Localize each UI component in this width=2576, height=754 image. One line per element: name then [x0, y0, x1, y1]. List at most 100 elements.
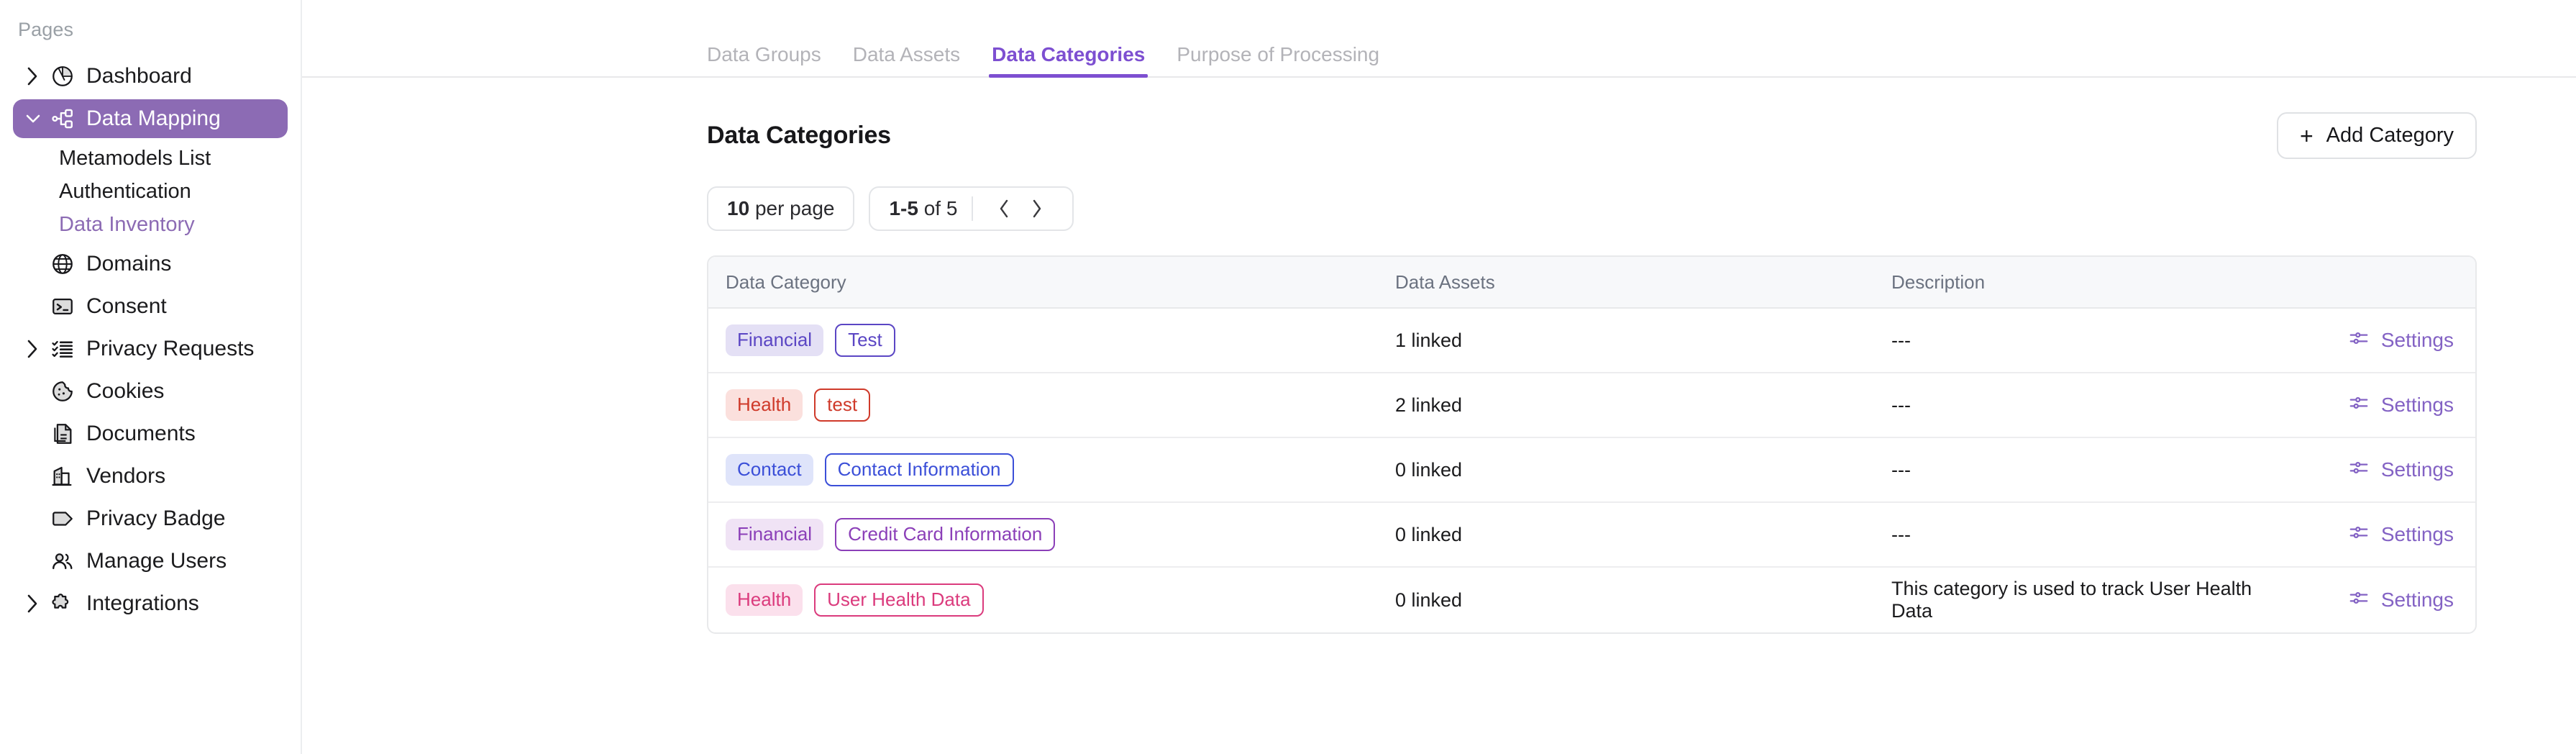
category-badge: Contact Information — [824, 453, 1014, 486]
page-range-control: 1-5 of 5 — [869, 186, 1074, 231]
cell-data-assets: 0 linked — [1395, 523, 1463, 545]
table-row[interactable]: Contact Contact Information 0 linked ---… — [708, 438, 2475, 503]
page-header: Data Categories + Add Category — [707, 78, 2477, 159]
settings-button[interactable]: Settings — [2348, 457, 2454, 483]
sidebar-item-label: Manage Users — [86, 549, 227, 573]
category-badge: Credit Card Information — [835, 518, 1056, 551]
group-badge: Financial — [726, 519, 824, 550]
puzzle-icon — [46, 591, 79, 616]
sidebar-item-label: Privacy Requests — [86, 337, 255, 360]
chevron-right-icon[interactable] — [20, 592, 46, 615]
table-row[interactable]: Health test 2 linked --- Settings — [708, 373, 2475, 438]
chevron-right-icon[interactable] — [20, 65, 46, 88]
table-row[interactable]: Financial Test 1 linked --- Settings — [708, 309, 2475, 373]
terminal-icon — [46, 294, 79, 319]
sidebar-item-dashboard[interactable]: Dashboard — [13, 57, 288, 96]
settings-label: Settings — [2380, 394, 2454, 416]
sidebar-item-consent[interactable]: Consent — [13, 287, 288, 326]
settings-label: Settings — [2380, 458, 2454, 481]
sidebar-item-integrations[interactable]: Integrations — [13, 584, 288, 623]
documents-icon — [46, 422, 79, 446]
cell-actions: Settings — [2281, 522, 2475, 548]
cell-data-assets: 0 linked — [1395, 458, 1463, 481]
category-badge: Test — [835, 324, 895, 357]
tab-bar: Data Groups Data Assets Data Categories … — [302, 0, 2576, 78]
pager-divider — [972, 196, 974, 221]
sidebar-subitem-authentication[interactable]: Authentication — [0, 175, 301, 208]
sliders-icon — [2348, 522, 2370, 548]
sidebar-subitem-metamodels-list[interactable]: Metamodels List — [0, 142, 301, 175]
sidebar-item-label: Data Mapping — [86, 106, 221, 130]
chevron-right-icon[interactable] — [1020, 198, 1054, 219]
cell-actions: Settings — [2281, 327, 2475, 354]
group-badge: Health — [726, 584, 803, 616]
cell-data-assets: 2 linked — [1395, 394, 1463, 416]
settings-button[interactable]: Settings — [2348, 522, 2454, 548]
chevron-left-icon[interactable] — [987, 198, 1020, 219]
group-badge: Contact — [726, 454, 813, 486]
pagination-bar: 10 per page 1-5 of 5 — [707, 186, 2477, 231]
group-badge: Health — [726, 389, 803, 421]
settings-button[interactable]: Settings — [2348, 392, 2454, 419]
sidebar-item-data-mapping[interactable]: Data Mapping — [13, 99, 288, 138]
per-page-value: 10 — [727, 197, 750, 219]
table-row[interactable]: Financial Credit Card Information 0 link… — [708, 503, 2475, 568]
page-range-value: 1-5 — [889, 197, 918, 219]
sidebar-item-privacy-requests[interactable]: Privacy Requests — [13, 330, 288, 368]
settings-button[interactable]: Settings — [2348, 327, 2454, 354]
building-icon — [46, 464, 79, 489]
sidebar-item-label: Domains — [86, 252, 172, 276]
users-icon — [46, 549, 79, 573]
settings-button[interactable]: Settings — [2348, 587, 2454, 614]
column-header-data-assets: Data Assets — [1395, 271, 1495, 293]
cell-actions: Settings — [2281, 392, 2475, 419]
sidebar-item-cookies[interactable]: Cookies — [13, 372, 288, 411]
category-badge: User Health Data — [814, 583, 984, 617]
tab-purpose-of-processing[interactable]: Purpose of Processing — [1161, 45, 1395, 76]
per-page-suffix: per page — [754, 197, 835, 219]
table-row[interactable]: Health User Health Data 0 linked This ca… — [708, 568, 2475, 632]
sliders-icon — [2348, 392, 2370, 419]
sidebar-item-label: Vendors — [86, 464, 166, 488]
sidebar: Pages Dashboard Data Mapping Metamodels … — [0, 0, 302, 754]
sidebar-item-documents[interactable]: Documents — [13, 414, 288, 453]
sidebar-item-vendors[interactable]: Vendors — [13, 457, 288, 496]
sidebar-subitem-label: Data Inventory — [59, 212, 195, 236]
cell-description: --- — [1891, 458, 1911, 481]
page-title: Data Categories — [707, 122, 891, 149]
sidebar-subitem-data-inventory[interactable]: Data Inventory — [0, 208, 301, 241]
sidebar-item-label: Consent — [86, 294, 167, 318]
sidebar-subitem-label: Authentication — [59, 179, 191, 203]
chevron-down-icon[interactable] — [20, 107, 46, 130]
group-badge: Financial — [726, 324, 824, 356]
sitemap-icon — [46, 106, 79, 131]
sliders-icon — [2348, 327, 2370, 354]
per-page-selector[interactable]: 10 per page — [707, 186, 855, 231]
sidebar-item-label: Privacy Badge — [86, 507, 226, 530]
sidebar-section-label: Pages — [18, 19, 74, 40]
cell-actions: Settings — [2281, 457, 2475, 483]
sidebar-subitem-label: Metamodels List — [59, 146, 211, 170]
cell-data-category: Contact Contact Information — [708, 453, 1395, 486]
table-header-row: Data Category Data Assets Description — [708, 257, 2475, 309]
settings-label: Settings — [2380, 329, 2454, 351]
tab-data-assets[interactable]: Data Assets — [837, 45, 976, 76]
sidebar-item-manage-users[interactable]: Manage Users — [13, 542, 288, 581]
sidebar-item-label: Integrations — [86, 591, 199, 615]
column-header-description: Description — [1891, 271, 1986, 293]
sidebar-item-privacy-badge[interactable]: Privacy Badge — [13, 499, 288, 538]
page-range-suffix: of 5 — [923, 197, 958, 219]
cell-data-category: Financial Test — [708, 324, 1395, 357]
add-category-label: Add Category — [2326, 124, 2454, 147]
cell-description: --- — [1891, 329, 1911, 351]
plus-icon: + — [2299, 122, 2314, 149]
cell-data-category: Health test — [708, 389, 1395, 422]
add-category-button[interactable]: + Add Category — [2276, 112, 2477, 159]
sidebar-item-label: Cookies — [86, 379, 165, 403]
cell-description: This category is used to track User Heal… — [1891, 578, 2252, 622]
sidebar-item-domains[interactable]: Domains — [13, 245, 288, 283]
tab-data-groups[interactable]: Data Groups — [707, 45, 837, 76]
chevron-right-icon[interactable] — [20, 337, 46, 360]
column-header-data-category: Data Category — [726, 271, 846, 293]
tab-data-categories[interactable]: Data Categories — [976, 45, 1161, 78]
